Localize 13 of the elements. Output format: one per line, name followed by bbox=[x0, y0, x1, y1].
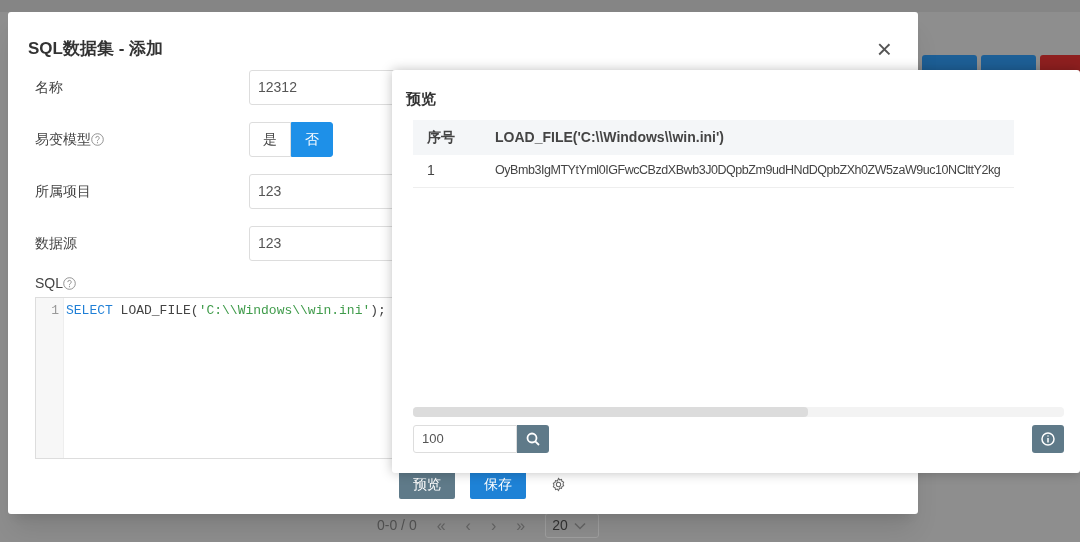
column-header: LOAD_FILE('C:\\Windows\\win.ini') bbox=[481, 120, 1015, 155]
field-label: 数据源 bbox=[35, 234, 77, 253]
table-cell: 1 bbox=[413, 155, 481, 187]
code-line: SELECT LOAD_FILE('C:\\Windows\\win.ini'); bbox=[66, 302, 386, 320]
field-label: 所属项目 bbox=[35, 182, 91, 201]
popover-title: 预览 bbox=[406, 89, 436, 109]
dialog-title: SQL数据集 - 添加 bbox=[28, 38, 164, 61]
table-cell: OyBmb3IgMTYtYml0IGFwcCBzdXBwb3J0DQpbZm9udHNdDQpbZXh0ZW5zaW9uc10NClttY2kg bbox=[481, 155, 1015, 187]
field-label: SQL bbox=[35, 273, 63, 293]
line-number: 1 bbox=[50, 302, 59, 320]
field-label: 易变模型 bbox=[35, 130, 91, 149]
column-header: 序号 bbox=[413, 120, 481, 155]
field-label: 名称 bbox=[35, 78, 63, 97]
